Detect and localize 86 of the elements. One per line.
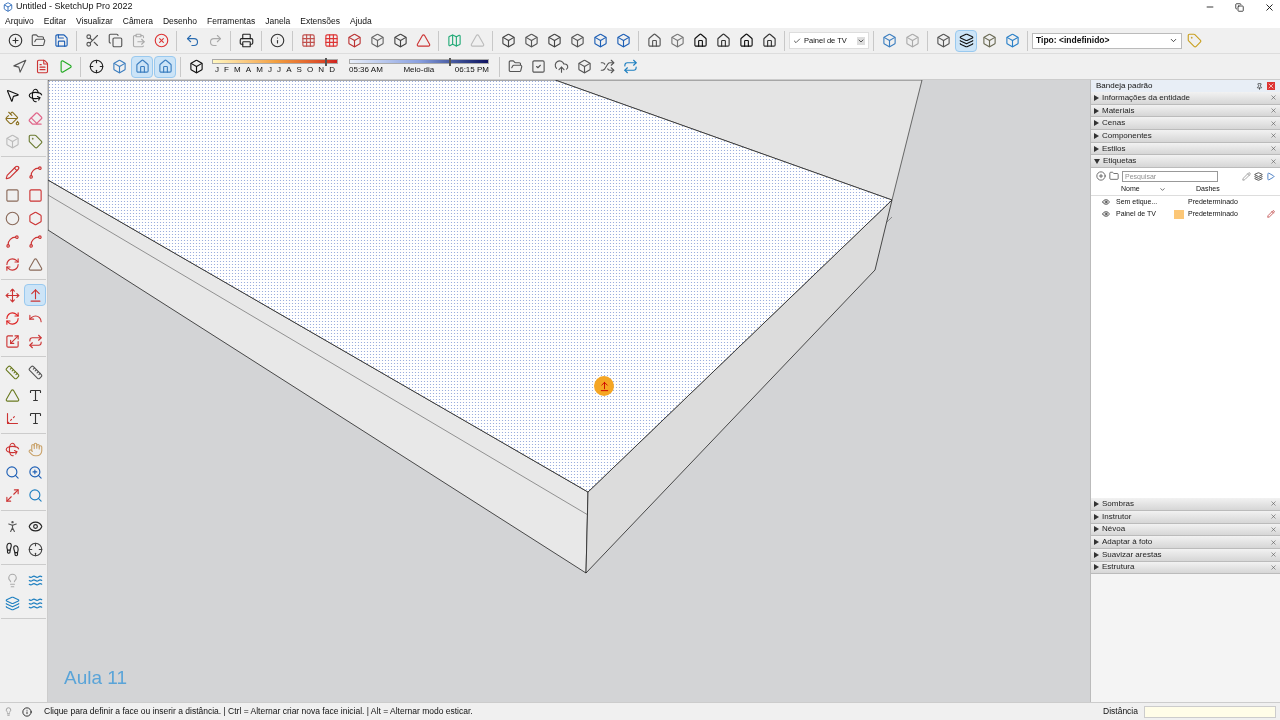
expanded-icon <box>1094 158 1100 164</box>
time-label: 05:36 AM <box>349 65 383 74</box>
menu-item[interactable]: Desenho <box>163 14 197 28</box>
pencil-icon <box>1242 171 1251 181</box>
slider-thumb[interactable] <box>324 58 327 66</box>
caret-icon <box>857 36 865 45</box>
month-label: N <box>318 65 325 74</box>
section-label: Suavizar arestas <box>1102 548 1163 561</box>
close-icon <box>1270 132 1277 140</box>
info-icon <box>22 706 32 717</box>
close-icon <box>1270 551 1277 559</box>
tray-title: Bandeja padrão <box>1096 80 1154 92</box>
close-icon <box>1270 94 1277 102</box>
layers-icon <box>1254 171 1263 181</box>
close-icon <box>1267 82 1275 90</box>
close-icon <box>1270 500 1277 508</box>
color-swatch[interactable] <box>1174 209 1184 219</box>
month-label: A <box>245 65 252 74</box>
pencil-icon <box>1267 210 1275 219</box>
section-label: Etiquetas <box>1103 155 1138 168</box>
menu-item[interactable]: Visualizar <box>76 14 113 28</box>
close-icon <box>1264 1 1275 13</box>
eye-icon <box>1102 210 1110 219</box>
menu-item[interactable]: Janela <box>265 14 291 28</box>
section-label: Componentes <box>1102 129 1153 142</box>
pin-icon <box>1256 82 1263 90</box>
tray-section-header[interactable]: Cenas <box>1091 117 1280 131</box>
menu-item[interactable]: Câmera <box>122 14 153 28</box>
app-logo-icon <box>3 2 13 12</box>
close-icon <box>1270 157 1277 165</box>
close-icon <box>1270 107 1277 115</box>
section-label: Estilos <box>1102 142 1127 155</box>
menu-item[interactable]: Ajuda <box>349 14 372 28</box>
menu-item[interactable]: Editar <box>43 14 67 28</box>
tray-section-header[interactable]: Informações da entidade <box>1091 92 1280 105</box>
section-label: Informações da entidade <box>1102 91 1192 104</box>
month-label: S <box>296 65 302 74</box>
month-label: J <box>267 65 272 74</box>
tray-section-header[interactable]: Adaptar à foto <box>1091 536 1280 549</box>
month-label: J <box>215 65 219 74</box>
month-label: O <box>306 65 314 74</box>
measurement-label: Distância <box>1103 705 1138 718</box>
section-label: Estrutura <box>1102 561 1136 574</box>
time-label: 06:15 PM <box>454 65 489 74</box>
section-label: Adaptar à foto <box>1102 536 1154 549</box>
push-pull-icon[interactable] <box>24 284 46 306</box>
close-icon <box>1270 145 1277 153</box>
section-label: Cenas <box>1102 117 1127 130</box>
section-label: Instrutor <box>1102 510 1133 523</box>
type-dropdown[interactable]: Tipo: <indefinido> <box>1032 32 1182 49</box>
month-label: D <box>329 65 335 74</box>
section-label: Materiais <box>1102 104 1136 117</box>
folder-icon <box>1109 171 1119 182</box>
menu-item[interactable]: Extensões <box>300 14 340 28</box>
tray-section-header[interactable]: Sombras <box>1091 498 1280 511</box>
close-icon <box>1270 119 1277 127</box>
section-label: Névoa <box>1102 523 1127 536</box>
close-icon <box>1270 563 1277 571</box>
close-icon <box>1270 538 1277 546</box>
window-title: Untitled - SketchUp Pro 2022 <box>16 0 134 14</box>
close-icon <box>1270 525 1277 533</box>
close-icon <box>1270 513 1277 521</box>
lightbulb-icon <box>4 707 13 716</box>
tray-section-header[interactable]: Etiquetas <box>1091 155 1280 169</box>
add-icon <box>1096 171 1106 182</box>
caret-icon <box>1169 36 1178 45</box>
time-slider[interactable] <box>349 59 489 64</box>
arrow-icon <box>1266 171 1275 181</box>
tray-section-header[interactable]: Componentes <box>1091 130 1280 143</box>
section-label: Sombras <box>1102 497 1135 510</box>
time-label: Meio-dia <box>403 65 435 74</box>
status-message: Clique para definir a face ou inserir a distância. | Ctrl = Alternar criar nova face inicial. | Alt = Alternar modo esticar. <box>44 705 474 718</box>
lesson-label: Aula 11 <box>64 665 128 690</box>
menu-item[interactable]: Arquivo <box>5 14 34 28</box>
date-slider[interactable] <box>212 59 338 64</box>
month-label: A <box>286 65 292 74</box>
eye-icon <box>1102 198 1110 207</box>
menu-item[interactable]: Ferramentas <box>207 14 256 28</box>
month-label: M <box>234 65 241 74</box>
month-label: F <box>224 65 229 74</box>
month-label: J <box>277 65 282 74</box>
slider-thumb[interactable] <box>449 58 452 66</box>
restore-icon <box>1235 2 1244 12</box>
measurement-field[interactable] <box>1144 705 1276 718</box>
month-label: M <box>256 65 263 74</box>
caret-icon <box>1159 186 1166 194</box>
